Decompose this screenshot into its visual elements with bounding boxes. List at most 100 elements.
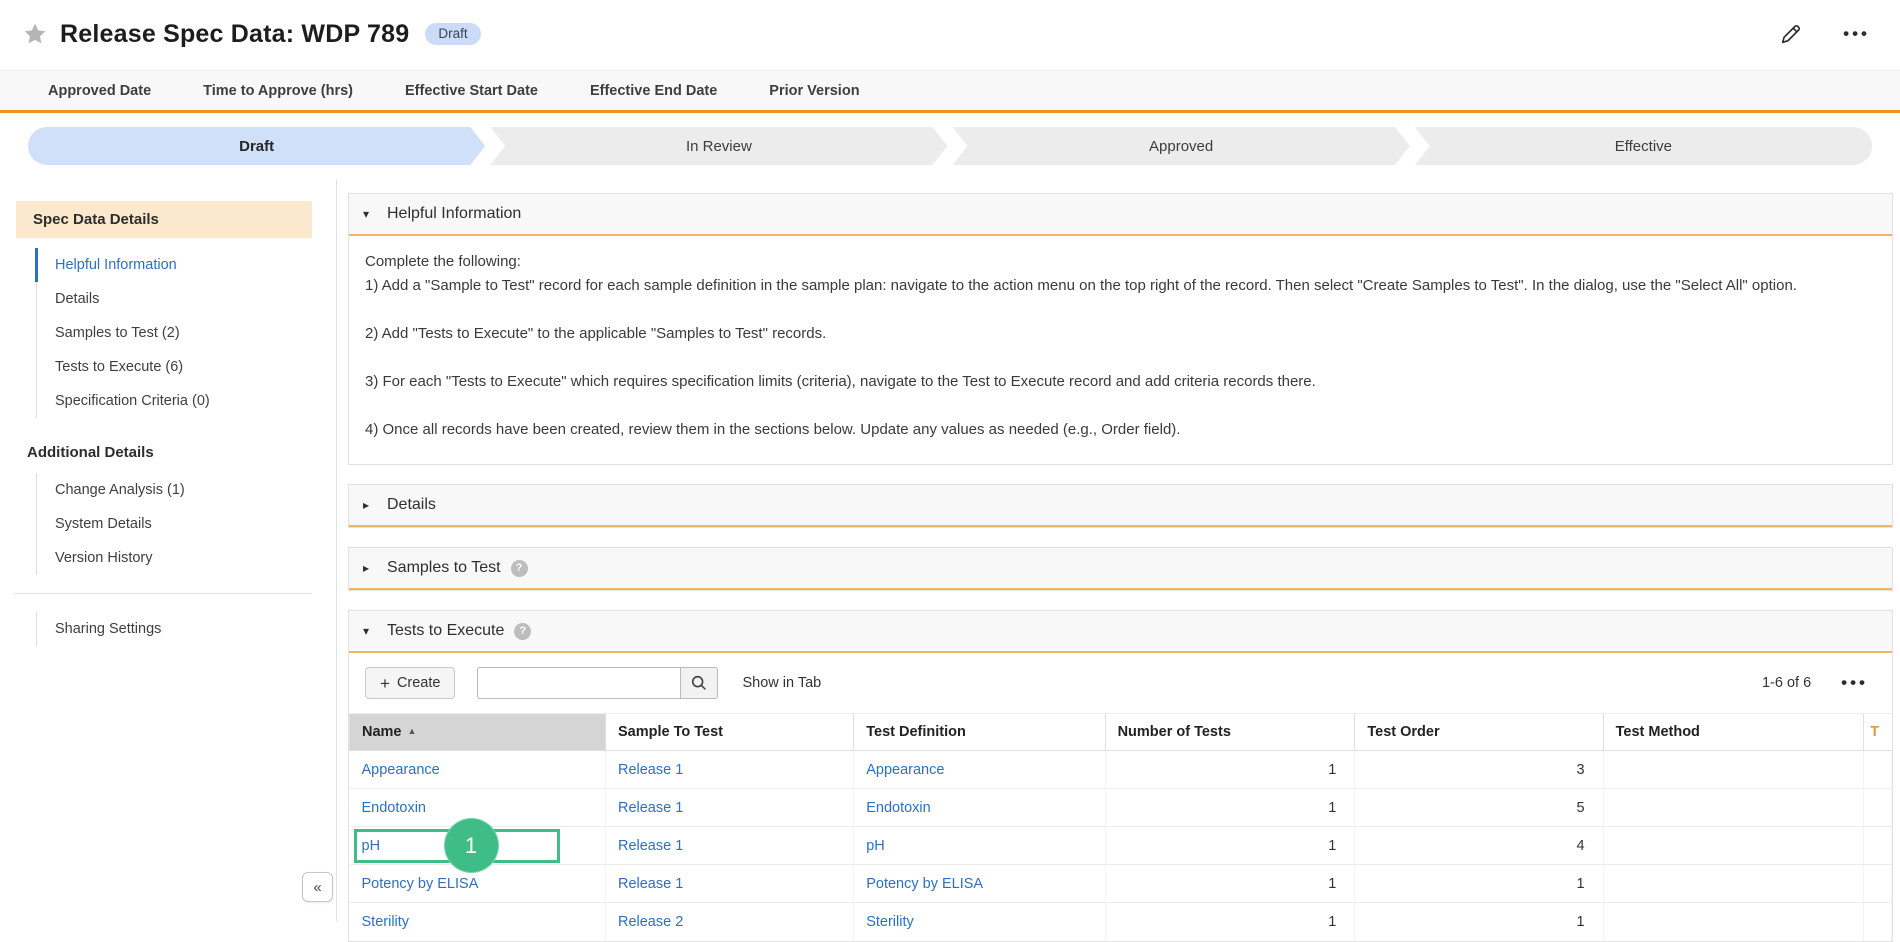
table-header-row: Name ▲ Sample To Test Test Definition Num… bbox=[350, 714, 1892, 751]
search-button[interactable] bbox=[680, 667, 718, 699]
sidebar-item-change-analysis[interactable]: Change Analysis (1) bbox=[37, 473, 336, 507]
stage-draft: Draft bbox=[28, 127, 485, 165]
stage-in-review: In Review bbox=[490, 127, 947, 165]
sample-to-test-link[interactable]: Release 1 bbox=[618, 800, 683, 816]
plus-icon: + bbox=[380, 675, 390, 692]
test-method-cell bbox=[1603, 827, 1864, 865]
sidebar-group-spec-data-details: Spec Data Details bbox=[16, 201, 312, 238]
help-icon[interactable]: ? bbox=[514, 623, 531, 640]
number-of-tests-cell: 1 bbox=[1105, 789, 1355, 827]
test-method-cell bbox=[1603, 789, 1864, 827]
section-title: Helpful Information bbox=[387, 205, 521, 223]
sidebar-group-additional-details: Additional Details bbox=[27, 444, 336, 461]
name-link[interactable]: Potency by ELISA bbox=[362, 876, 479, 892]
name-link[interactable]: pH bbox=[362, 838, 381, 854]
field-label-effective-start-date: Effective Start Date bbox=[405, 83, 538, 99]
section-tests-to-execute: ▾ Tests to Execute ? + Create S bbox=[348, 610, 1893, 942]
name-link[interactable]: Sterility bbox=[362, 914, 410, 930]
table-row: Sterility Release 2 Sterility 1 1 bbox=[350, 903, 1892, 941]
helpful-info-line: Complete the following: bbox=[365, 252, 1876, 272]
sidebar-item-system-details[interactable]: System Details bbox=[37, 507, 336, 541]
section-header-tests-to-execute[interactable]: ▾ Tests to Execute ? bbox=[349, 611, 1892, 653]
section-title: Tests to Execute bbox=[387, 622, 504, 640]
expand-caret-icon: ▸ bbox=[363, 561, 387, 575]
accent-divider bbox=[0, 110, 1900, 113]
help-icon[interactable]: ? bbox=[511, 560, 528, 577]
sample-to-test-link[interactable]: Release 1 bbox=[618, 838, 683, 854]
sidebar-item-details[interactable]: Details bbox=[37, 282, 336, 316]
field-label-effective-end-date: Effective End Date bbox=[590, 83, 717, 99]
field-label-time-to-approve: Time to Approve (hrs) bbox=[203, 83, 353, 99]
create-button[interactable]: + Create bbox=[365, 667, 455, 699]
edit-button[interactable] bbox=[1778, 22, 1803, 47]
stage-approved: Approved bbox=[953, 127, 1410, 165]
collapse-caret-icon: ▾ bbox=[363, 624, 387, 638]
test-definition-link[interactable]: Endotoxin bbox=[866, 800, 931, 816]
sample-to-test-link[interactable]: Release 1 bbox=[618, 876, 683, 892]
sidebar-divider bbox=[14, 593, 312, 594]
column-header-truncated[interactable]: T bbox=[1864, 714, 1892, 751]
test-order-cell: 3 bbox=[1355, 751, 1603, 789]
sidebar-item-tests-to-execute[interactable]: Tests to Execute (6) bbox=[37, 350, 336, 384]
lifecycle-stage-bar: Draft In Review Approved Effective bbox=[28, 127, 1872, 165]
section-header-details[interactable]: ▸ Details bbox=[349, 485, 1892, 527]
test-definition-link[interactable]: Sterility bbox=[866, 914, 914, 930]
table-row-highlighted: pH 1 Release 1 pH 1 4 bbox=[350, 827, 1892, 865]
main-content: ▾ Helpful Information Complete the follo… bbox=[337, 180, 1900, 921]
sidebar: Spec Data Details Helpful Information De… bbox=[0, 180, 337, 921]
number-of-tests-cell: 1 bbox=[1105, 827, 1355, 865]
test-order-cell: 1 bbox=[1355, 865, 1603, 903]
collapse-caret-icon: ▾ bbox=[363, 207, 387, 221]
sidebar-collapse-button[interactable]: « bbox=[302, 872, 333, 902]
sidebar-item-sharing-settings[interactable]: Sharing Settings bbox=[37, 612, 336, 646]
show-in-tab-link[interactable]: Show in Tab bbox=[742, 675, 821, 691]
column-header-name[interactable]: Name ▲ bbox=[350, 714, 606, 751]
number-of-tests-cell: 1 bbox=[1105, 865, 1355, 903]
number-of-tests-cell: 1 bbox=[1105, 903, 1355, 941]
sample-to-test-link[interactable]: Release 2 bbox=[618, 914, 683, 930]
name-link[interactable]: Appearance bbox=[362, 762, 440, 778]
status-badge: Draft bbox=[425, 23, 480, 45]
column-header-number-of-tests[interactable]: Number of Tests bbox=[1105, 714, 1355, 751]
test-definition-link[interactable]: Potency by ELISA bbox=[866, 876, 983, 892]
section-title: Samples to Test bbox=[387, 559, 501, 577]
section-helpful-information: ▾ Helpful Information Complete the follo… bbox=[348, 193, 1893, 465]
truncated-cell bbox=[1864, 865, 1892, 903]
table-row: Potency by ELISA Release 1 Potency by EL… bbox=[350, 865, 1892, 903]
column-header-sample-to-test[interactable]: Sample To Test bbox=[605, 714, 853, 751]
column-header-test-method[interactable]: Test Method bbox=[1603, 714, 1864, 751]
pencil-icon bbox=[1778, 22, 1803, 47]
more-actions-button[interactable]: ••• bbox=[1843, 24, 1870, 44]
favorite-star-icon[interactable] bbox=[22, 21, 48, 47]
field-label-approved-date: Approved Date bbox=[48, 83, 151, 99]
annotation-highlight-box bbox=[354, 829, 560, 863]
grid-more-actions-button[interactable]: ••• bbox=[1841, 673, 1868, 693]
search-input[interactable] bbox=[477, 667, 680, 699]
column-header-test-order[interactable]: Test Order bbox=[1355, 714, 1603, 751]
sidebar-item-samples-to-test[interactable]: Samples to Test (2) bbox=[37, 316, 336, 350]
helpful-info-line: 3) For each "Tests to Execute" which req… bbox=[365, 372, 1876, 392]
truncated-cell bbox=[1864, 789, 1892, 827]
helpful-info-line: 1) Add a "Sample to Test" record for eac… bbox=[365, 276, 1876, 296]
test-definition-link[interactable]: Appearance bbox=[866, 762, 944, 778]
truncated-cell bbox=[1864, 751, 1892, 789]
sample-to-test-link[interactable]: Release 1 bbox=[618, 762, 683, 778]
ellipsis-icon: ••• bbox=[1843, 24, 1870, 44]
tests-toolbar: + Create Show in Tab 1-6 of 6 ••• bbox=[349, 653, 1892, 699]
sort-asc-icon: ▲ bbox=[408, 726, 417, 736]
sidebar-item-specification-criteria[interactable]: Specification Criteria (0) bbox=[37, 384, 336, 418]
column-label: Name bbox=[362, 724, 402, 740]
stage-effective: Effective bbox=[1415, 127, 1872, 165]
test-definition-link[interactable]: pH bbox=[866, 838, 885, 854]
section-header-samples-to-test[interactable]: ▸ Samples to Test ? bbox=[349, 548, 1892, 590]
table-row: Endotoxin Release 1 Endotoxin 1 5 bbox=[350, 789, 1892, 827]
record-header: Release Spec Data: WDP 789 Draft ••• bbox=[0, 0, 1900, 68]
create-button-label: Create bbox=[397, 675, 441, 691]
sidebar-item-version-history[interactable]: Version History bbox=[37, 541, 336, 575]
table-row: Appearance Release 1 Appearance 1 3 bbox=[350, 751, 1892, 789]
test-method-cell bbox=[1603, 751, 1864, 789]
column-header-test-definition[interactable]: Test Definition bbox=[854, 714, 1105, 751]
name-link[interactable]: Endotoxin bbox=[362, 800, 427, 816]
sidebar-item-helpful-information[interactable]: Helpful Information bbox=[35, 248, 336, 282]
section-header-helpful-information[interactable]: ▾ Helpful Information bbox=[349, 194, 1892, 236]
